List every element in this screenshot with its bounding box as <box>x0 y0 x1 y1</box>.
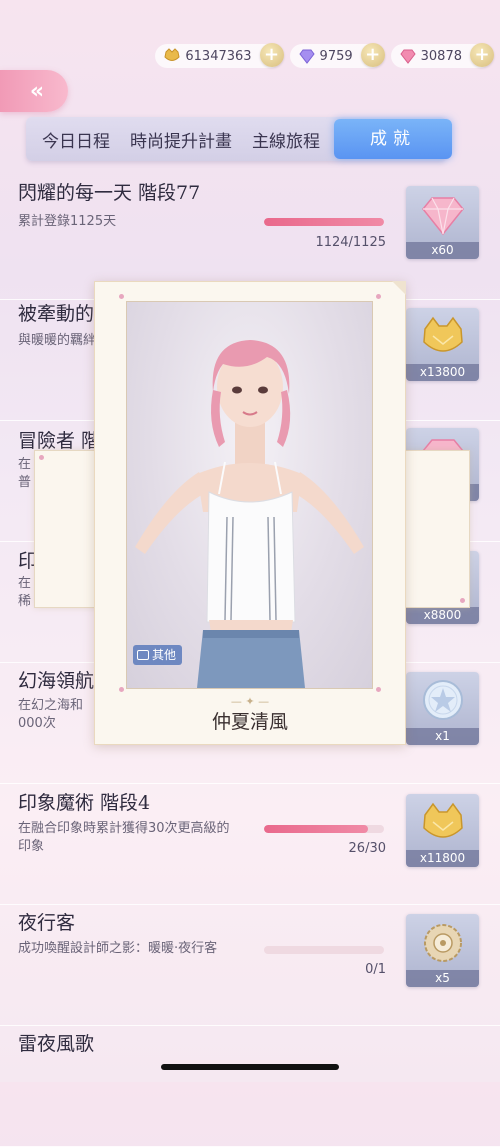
tab-fashion-plan[interactable]: 時尚提升計畫 <box>120 127 242 152</box>
card-corner-dot <box>119 294 124 299</box>
reward-quantity: x8800 <box>406 607 479 624</box>
pink-diamond-icon <box>400 49 416 64</box>
category-tag: 其他 <box>133 645 183 665</box>
achievement-row: 雷夜風歌 <box>0 1025 500 1147</box>
add-blue-diamond-button[interactable]: + <box>360 43 385 67</box>
currency-bar: 61347363 + 9759 + 30878 + <box>155 43 494 68</box>
camera-icon <box>137 650 149 660</box>
pink-diamond-currency: 30878 + <box>390 43 494 68</box>
achievement-title: 幻海領航 <box>18 670 95 692</box>
progress-fill <box>264 218 384 226</box>
reward-button[interactable]: x60 <box>406 186 479 259</box>
gold-cat-coin-icon <box>164 48 180 61</box>
achievement-title: 印象魔術 階段4 <box>18 792 151 814</box>
home-indicator[interactable] <box>161 1064 339 1070</box>
tab-bar: 今日日程 時尚提升計畫 主線旅程 成就 <box>26 117 452 161</box>
reward-quantity: x1 <box>406 728 479 745</box>
outfit-card-popup[interactable]: 其他 — ✦ — 仲夏清風 <box>94 281 406 745</box>
achievement-desc: 在融合印象時累計獲得30次更高級的 印象 <box>18 821 230 854</box>
blue-diamond-amount: 9759 <box>319 48 353 64</box>
reward-button[interactable]: x5 <box>406 914 479 987</box>
gold-currency: 61347363 + <box>155 43 284 68</box>
add-pink-diamond-button[interactable]: + <box>470 43 494 67</box>
achievement-desc: 在 普 <box>18 457 32 490</box>
progress-bar <box>264 946 384 954</box>
achievement-desc: 累計登錄1125天 <box>18 214 117 229</box>
tab-achievements[interactable]: 成就 <box>334 119 452 159</box>
back-button[interactable]: « <box>0 70 68 112</box>
progress-text: 26/30 <box>348 841 386 856</box>
progress-fill <box>264 825 369 833</box>
achievement-row: 印象魔術 階段4 在融合印象時累計獲得30次更高級的 印象 26/30 x118… <box>0 783 500 905</box>
achievement-title: 雷夜風歌 <box>18 1033 95 1055</box>
achievement-title: 閃耀的每一天 階段77 <box>18 182 201 204</box>
reward-quantity: x60 <box>406 242 479 259</box>
gold-cat-coin-icon <box>423 802 463 838</box>
silver-medal-icon <box>423 680 463 720</box>
achievement-desc: 在幻之海和 000次 <box>18 698 84 731</box>
reward-quantity: x11800 <box>406 850 479 867</box>
outfit-title: 仲夏清風 <box>211 711 288 733</box>
achievement-desc: 成功喚醒設計師之影：暖暖·夜行客 <box>18 941 218 956</box>
progress-text: 0/1 <box>365 962 386 977</box>
reward-button[interactable]: x11800 <box>406 794 479 867</box>
double-chevron-left-icon: « <box>29 78 44 104</box>
category-tag-label: 其他 <box>152 648 177 662</box>
tab-daily-schedule[interactable]: 今日日程 <box>32 127 120 152</box>
progress-text: 1124/1125 <box>315 235 386 250</box>
card-fold-corner <box>392 281 406 295</box>
reward-quantity: x5 <box>406 970 479 987</box>
achievement-desc: 與暖暖的羈絆 <box>18 333 97 348</box>
achievement-desc: 在 稀 <box>18 576 32 609</box>
character-portrait <box>135 340 364 688</box>
gold-amount: 61347363 <box>185 48 252 64</box>
reward-button[interactable]: x1 <box>406 672 479 745</box>
achievement-title: 冒險者 階 <box>18 430 101 452</box>
reward-button[interactable]: x13800 <box>406 308 479 381</box>
achievement-title: 夜行客 <box>18 912 76 934</box>
card-corner-dot <box>376 294 381 299</box>
pink-diamond-amount: 30878 <box>420 48 462 64</box>
add-gold-button[interactable]: + <box>259 43 284 67</box>
gear-brooch-icon <box>424 924 462 962</box>
achievement-row: 夜行客 成功喚醒設計師之影：暖暖·夜行客 0/1 x5 <box>0 904 500 1026</box>
blue-diamond-currency: 9759 + <box>289 43 385 68</box>
progress-bar <box>264 825 384 833</box>
card-corner-dot <box>376 687 381 692</box>
gold-cat-coin-icon <box>423 316 463 352</box>
pink-diamond-icon <box>422 197 464 236</box>
blue-diamond-icon <box>298 49 315 64</box>
tab-main-journey[interactable]: 主線旅程 <box>242 127 330 152</box>
progress-bar <box>264 218 384 226</box>
card-corner-dot <box>119 687 124 692</box>
reward-quantity: x13800 <box>406 364 479 381</box>
outfit-photo: 其他 <box>126 301 373 689</box>
